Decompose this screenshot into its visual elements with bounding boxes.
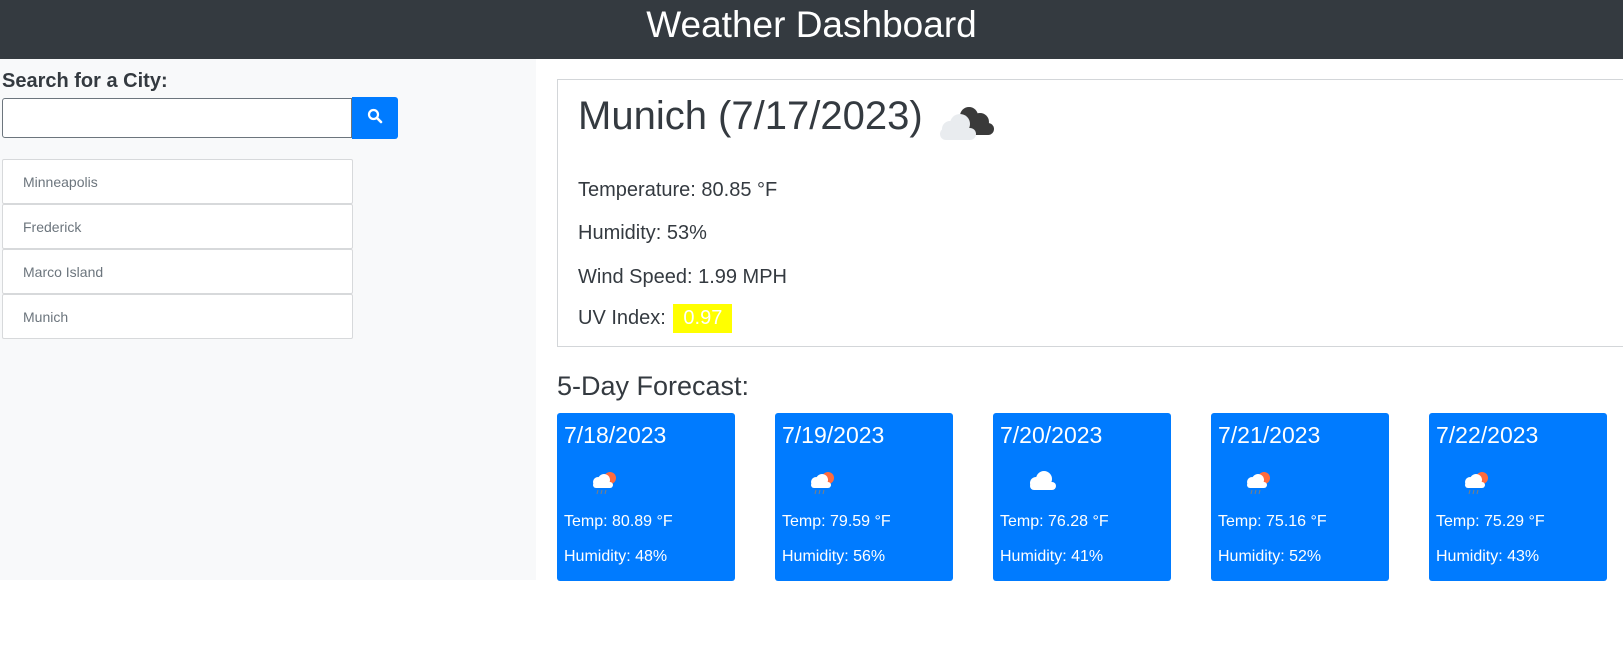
forecast-title: 5-Day Forecast: bbox=[557, 371, 750, 401]
forecast-card: 7/20/2023 Temp: 76.28 °F Humidity: 41% bbox=[993, 413, 1171, 581]
current-city-title: Munich (7/17/2023) bbox=[578, 94, 923, 138]
broken-clouds-icon bbox=[934, 102, 998, 151]
rain-sun-icon bbox=[1243, 470, 1273, 501]
forecast-temp: Temp: 80.89 °F bbox=[564, 513, 673, 530]
forecast-humidity: Humidity: 43% bbox=[1436, 548, 1540, 565]
search-label: Search for a City: bbox=[2, 70, 168, 92]
history-item[interactable]: Frederick bbox=[2, 204, 353, 249]
forecast-humidity: Humidity: 56% bbox=[782, 548, 886, 565]
forecast-humidity: Humidity: 48% bbox=[564, 548, 668, 565]
app-header: Weather Dashboard bbox=[0, 0, 1623, 59]
cloud-icon bbox=[1025, 470, 1059, 497]
uv-badge: 0.97 bbox=[673, 304, 733, 333]
forecast-date: 7/22/2023 bbox=[1436, 422, 1539, 448]
rain-sun-icon bbox=[1461, 470, 1491, 501]
history-item[interactable]: Munich bbox=[2, 294, 353, 339]
forecast-card: 7/22/2023 Temp: 75.29 °F Humidity: 43% bbox=[1429, 413, 1607, 581]
current-weather-card: Munich (7/17/2023) Temperature: 80.85 °F… bbox=[557, 79, 1623, 347]
forecast-card: 7/21/2023 Temp: 75.16 °F Humidity: 52% bbox=[1211, 413, 1389, 581]
current-temperature: Temperature: 80.85 °F bbox=[578, 179, 778, 201]
history-item[interactable]: Marco Island bbox=[2, 249, 353, 294]
search-icon bbox=[367, 108, 383, 129]
rain-sun-icon bbox=[807, 470, 837, 501]
forecast-card: 7/19/2023 Temp: 79.59 °F Humidity: 56% bbox=[775, 413, 953, 581]
forecast-temp: Temp: 75.29 °F bbox=[1436, 513, 1545, 530]
uv-index: UV Index: 0.97 bbox=[578, 304, 733, 333]
forecast-date: 7/19/2023 bbox=[782, 422, 885, 448]
current-wind: Wind Speed: 1.99 MPH bbox=[578, 266, 787, 288]
search-history: Minneapolis Frederick Marco Island Munic… bbox=[2, 159, 353, 339]
forecast-date: 7/20/2023 bbox=[1000, 422, 1103, 448]
forecast-card: 7/18/2023 Temp: 80.89 °F Humidity: 48% bbox=[557, 413, 735, 581]
forecast-temp: Temp: 79.59 °F bbox=[782, 513, 891, 530]
forecast-temp: Temp: 75.16 °F bbox=[1218, 513, 1327, 530]
search-button[interactable] bbox=[352, 97, 398, 139]
current-humidity: Humidity: 53% bbox=[578, 222, 707, 244]
rain-sun-icon bbox=[589, 470, 619, 501]
history-item[interactable]: Minneapolis bbox=[2, 159, 353, 204]
search-input[interactable] bbox=[2, 98, 352, 138]
forecast-humidity: Humidity: 52% bbox=[1218, 548, 1322, 565]
forecast-date: 7/18/2023 bbox=[564, 422, 667, 448]
forecast-date: 7/21/2023 bbox=[1218, 422, 1321, 448]
forecast-humidity: Humidity: 41% bbox=[1000, 548, 1104, 565]
app-title: Weather Dashboard bbox=[646, 4, 977, 45]
uv-label: UV Index: bbox=[578, 307, 666, 329]
forecast-temp: Temp: 76.28 °F bbox=[1000, 513, 1109, 530]
